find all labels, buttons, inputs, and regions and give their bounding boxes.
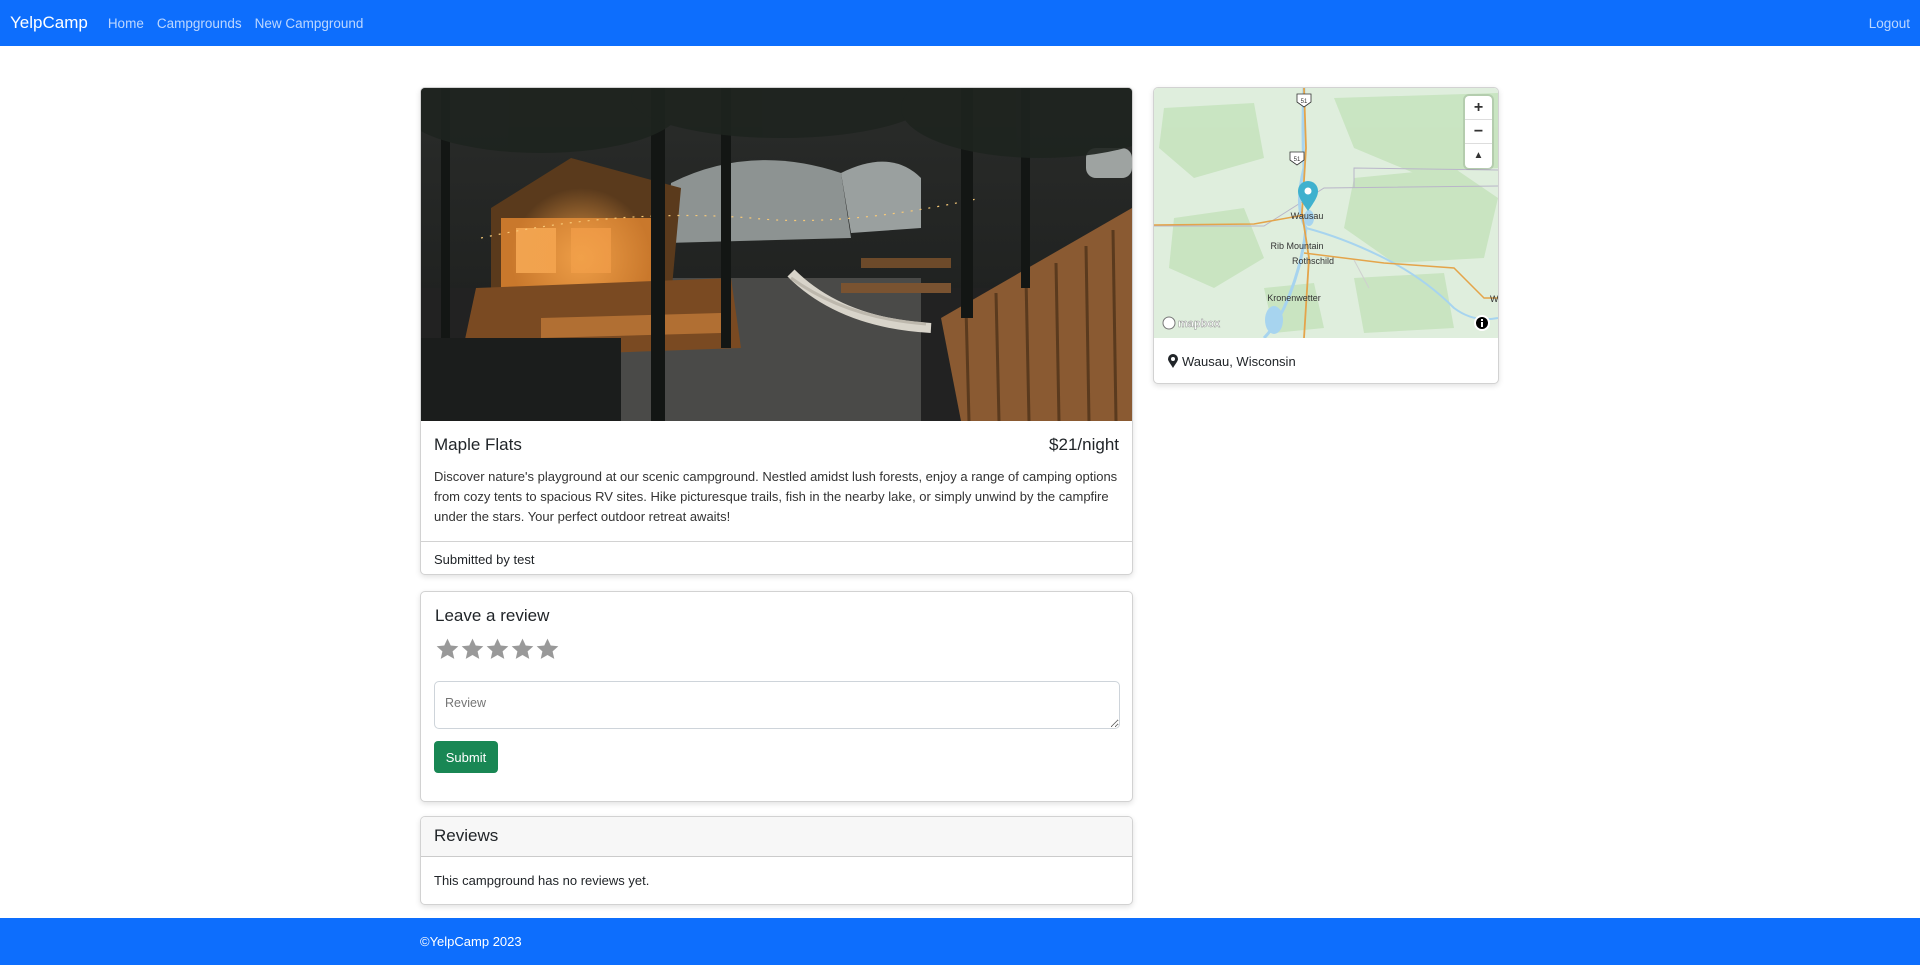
map-location-text: Wausau, Wisconsin bbox=[1182, 353, 1296, 369]
campground-card: Maple Flats $21/night Discover nature's … bbox=[420, 87, 1133, 575]
nav-link-home[interactable]: Home bbox=[108, 16, 144, 31]
map-label-rib-mountain: Rib Mountain bbox=[1270, 241, 1323, 251]
review-heading: Leave a review bbox=[435, 606, 550, 625]
footer: ©YelpCamp 2023 bbox=[0, 918, 1920, 965]
footer-text: ©YelpCamp 2023 bbox=[420, 934, 522, 949]
campground-description: Discover nature's playground at our scen… bbox=[434, 469, 1118, 524]
review-form-card: Leave a review Submit bbox=[420, 591, 1133, 802]
map-card: 51 51 Wausau Rib Mountain Rothschild Kro… bbox=[1153, 87, 1499, 384]
map-label-edge: W bbox=[1490, 294, 1498, 304]
star-icon[interactable] bbox=[510, 637, 535, 662]
submit-button[interactable]: Submit bbox=[434, 741, 498, 773]
campground-body: Maple Flats $21/night Discover nature's … bbox=[421, 421, 1132, 527]
review-textarea[interactable] bbox=[434, 681, 1120, 729]
map-view[interactable]: 51 51 Wausau Rib Mountain Rothschild Kro… bbox=[1154, 88, 1498, 338]
compass-button[interactable]: ▲ bbox=[1465, 144, 1492, 168]
nav-link-new-campground[interactable]: New Campground bbox=[255, 16, 364, 31]
campground-photo bbox=[421, 88, 1132, 421]
svg-text:51: 51 bbox=[1301, 99, 1308, 105]
map-label-wausau: Wausau bbox=[1291, 211, 1324, 221]
svg-text:51: 51 bbox=[1294, 157, 1301, 163]
map-controls: + − ▲ bbox=[1465, 96, 1492, 168]
star-icon[interactable] bbox=[435, 637, 460, 662]
star-icon[interactable] bbox=[460, 637, 485, 662]
campground-title: Maple Flats bbox=[434, 435, 522, 454]
reviews-empty-text: This campground has no reviews yet. bbox=[434, 873, 650, 888]
campground-price: $21/night bbox=[1049, 435, 1119, 454]
brand-link[interactable]: YelpCamp bbox=[10, 13, 88, 33]
star-rating bbox=[435, 637, 560, 662]
mapbox-logo[interactable]: mapbox bbox=[1162, 316, 1221, 330]
zoom-in-button[interactable]: + bbox=[1465, 96, 1492, 120]
star-icon[interactable] bbox=[535, 637, 560, 662]
map-location: Wausau, Wisconsin bbox=[1154, 338, 1498, 383]
zoom-out-button[interactable]: − bbox=[1465, 120, 1492, 144]
logout-link[interactable]: Logout bbox=[1869, 16, 1910, 31]
info-icon[interactable] bbox=[1474, 315, 1490, 331]
reviews-heading: Reviews bbox=[421, 817, 1132, 857]
nav-link-campgrounds[interactable]: Campgrounds bbox=[157, 16, 242, 31]
map-label-rothschild: Rothschild bbox=[1292, 256, 1334, 266]
submitted-by: Submitted by test bbox=[421, 541, 1132, 574]
navbar: YelpCamp Home Campgrounds New Campground… bbox=[0, 0, 1920, 46]
svg-text:mapbox: mapbox bbox=[1178, 318, 1221, 330]
map-label-kronenwetter: Kronenwetter bbox=[1267, 293, 1321, 303]
reviews-card: Reviews This campground has no reviews y… bbox=[420, 816, 1133, 905]
location-pin-icon bbox=[1168, 354, 1178, 368]
star-icon[interactable] bbox=[485, 637, 510, 662]
